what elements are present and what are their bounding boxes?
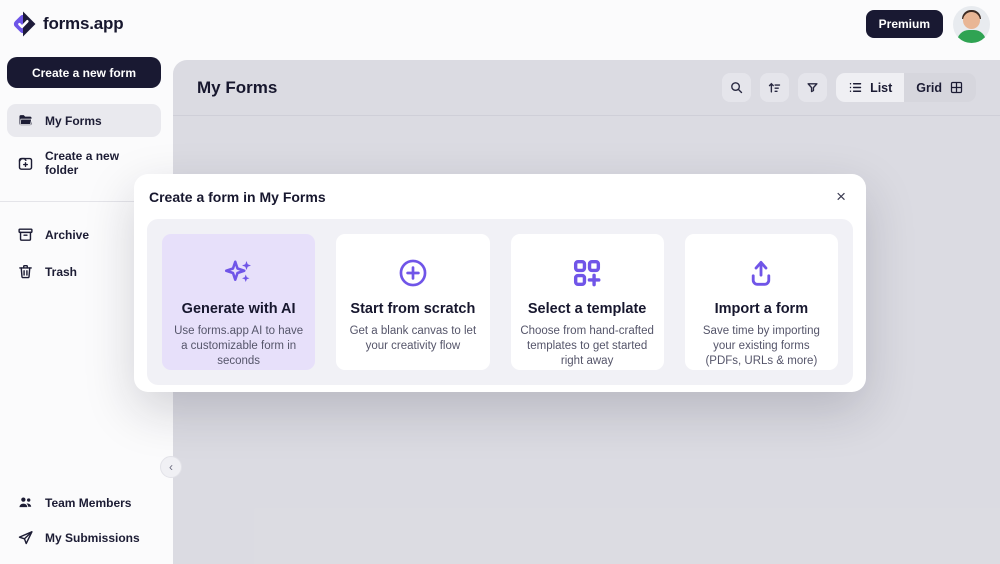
folder-plus-icon: [17, 155, 34, 172]
chevron-left-icon: ‹: [169, 460, 173, 474]
avatar-shirt: [957, 30, 986, 43]
sparkles-icon: [221, 255, 257, 291]
create-form-modal: Create a form in My Forms × Generate wit…: [134, 174, 866, 392]
import-icon: [744, 255, 778, 291]
trash-icon: [17, 263, 34, 280]
sidebar-item-label: My Submissions: [45, 531, 140, 545]
forms-app-logo-icon: [10, 11, 36, 37]
modal-header: Create a form in My Forms ×: [134, 174, 866, 215]
card-generate-with-ai[interactable]: Generate with AI Use forms.app AI to hav…: [162, 234, 315, 370]
search-icon: [729, 80, 744, 95]
card-description: Get a blank canvas to let your creativit…: [345, 324, 480, 354]
top-bar: forms.app Premium: [0, 0, 1000, 48]
filter-button[interactable]: [798, 73, 827, 102]
card-description: Use forms.app AI to have a customizable …: [171, 324, 306, 370]
sidebar-item-label: Create a new folder: [45, 149, 151, 177]
card-select-a-template[interactable]: Select a template Choose from hand-craft…: [511, 234, 664, 370]
grid-icon: [949, 80, 964, 95]
modal-title: Create a form in My Forms: [149, 189, 326, 205]
send-icon: [17, 529, 34, 546]
create-new-form-button[interactable]: Create a new form: [7, 57, 161, 88]
avatar-face: [963, 12, 980, 29]
card-start-from-scratch[interactable]: Start from scratch Get a blank canvas to…: [336, 234, 489, 370]
sort-icon: [767, 80, 782, 95]
main-header: My Forms: [173, 60, 1000, 116]
close-icon[interactable]: ×: [832, 186, 850, 207]
page-title: My Forms: [197, 78, 277, 98]
list-label: List: [870, 81, 892, 95]
premium-button[interactable]: Premium: [866, 10, 943, 38]
plus-circle-icon: [396, 255, 430, 291]
folder-icon: [17, 112, 34, 129]
card-title: Generate with AI: [182, 301, 296, 317]
card-title: Select a template: [528, 301, 646, 317]
grid-label: Grid: [916, 81, 942, 95]
sidebar-item-label: Team Members: [45, 496, 131, 510]
toolbar: List Grid: [722, 73, 976, 102]
view-toggle-grid[interactable]: Grid: [904, 73, 976, 102]
view-toggle-list[interactable]: List: [836, 73, 904, 102]
sidebar-item-label: Archive: [45, 228, 89, 242]
card-description: Save time by importing your existing for…: [694, 324, 829, 370]
sort-button[interactable]: [760, 73, 789, 102]
modal-body: Generate with AI Use forms.app AI to hav…: [147, 219, 853, 385]
template-icon: [570, 255, 604, 291]
user-avatar[interactable]: [953, 6, 990, 43]
sidebar-item-label: Trash: [45, 265, 77, 279]
sidebar-collapse-button[interactable]: ‹: [160, 456, 182, 478]
brand-name: forms.app: [43, 14, 123, 34]
filter-icon: [805, 80, 820, 95]
search-button[interactable]: [722, 73, 751, 102]
team-icon: [17, 494, 34, 511]
archive-icon: [17, 226, 34, 243]
card-description: Choose from hand-crafted templates to ge…: [520, 324, 655, 370]
card-title: Start from scratch: [350, 301, 475, 317]
sidebar-item-my-submissions[interactable]: My Submissions: [7, 521, 161, 554]
sidebar-item-team-members[interactable]: Team Members: [7, 486, 161, 519]
view-toggle: List Grid: [836, 73, 976, 102]
sidebar-item-label: My Forms: [45, 114, 102, 128]
list-icon: [848, 80, 863, 95]
card-title: Import a form: [715, 301, 808, 317]
card-import-a-form[interactable]: Import a form Save time by importing you…: [685, 234, 838, 370]
brand-logo[interactable]: forms.app: [10, 11, 123, 37]
sidebar-item-my-forms[interactable]: My Forms: [7, 104, 161, 137]
